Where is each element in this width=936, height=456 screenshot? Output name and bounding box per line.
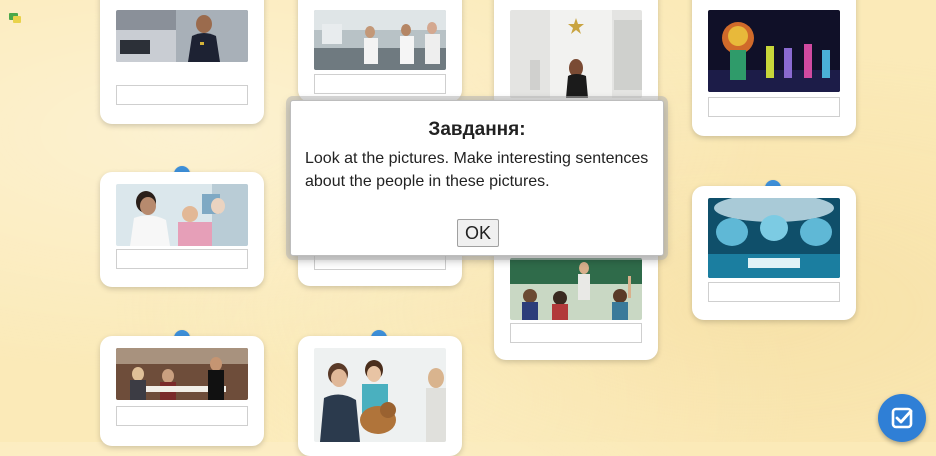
check-button[interactable] bbox=[878, 394, 926, 442]
vet-dog-photo bbox=[314, 348, 446, 442]
card-surgeons bbox=[692, 186, 856, 320]
answer-input-waiter[interactable] bbox=[116, 406, 248, 426]
teacher-classroom-photo bbox=[510, 258, 642, 320]
ok-button[interactable]: OK bbox=[457, 219, 499, 247]
card-dentist bbox=[100, 172, 264, 287]
stage-performers-photo bbox=[708, 10, 840, 92]
dialog-text: Look at the pictures. Make interesting s… bbox=[305, 150, 649, 190]
card-police bbox=[100, 0, 264, 124]
trailer-woman-photo bbox=[510, 10, 642, 98]
answer-input-lab[interactable] bbox=[314, 74, 446, 94]
police-officer-photo bbox=[116, 10, 248, 62]
answer-input-surgeons[interactable] bbox=[708, 282, 840, 302]
task-dialog: Завдання: Look at the pictures. Make int… bbox=[290, 100, 664, 256]
surgeons-photo bbox=[708, 198, 840, 278]
card-actress bbox=[494, 0, 658, 110]
check-icon bbox=[891, 407, 913, 429]
answer-input-teacher[interactable] bbox=[510, 323, 642, 343]
card-stage bbox=[692, 0, 856, 136]
dentist-photo bbox=[116, 184, 248, 246]
card-lab bbox=[298, 0, 462, 102]
card-vet bbox=[298, 336, 462, 456]
answer-input-police[interactable] bbox=[116, 85, 248, 105]
answer-input-stage[interactable] bbox=[708, 97, 840, 117]
waiter-restaurant-photo bbox=[116, 348, 248, 400]
hint-icon[interactable] bbox=[8, 12, 22, 24]
answer-input-dentist[interactable] bbox=[116, 249, 248, 269]
dialog-title: Завдання: bbox=[428, 119, 526, 140]
card-waiter bbox=[100, 336, 264, 446]
lab-scientists-photo bbox=[314, 10, 446, 70]
